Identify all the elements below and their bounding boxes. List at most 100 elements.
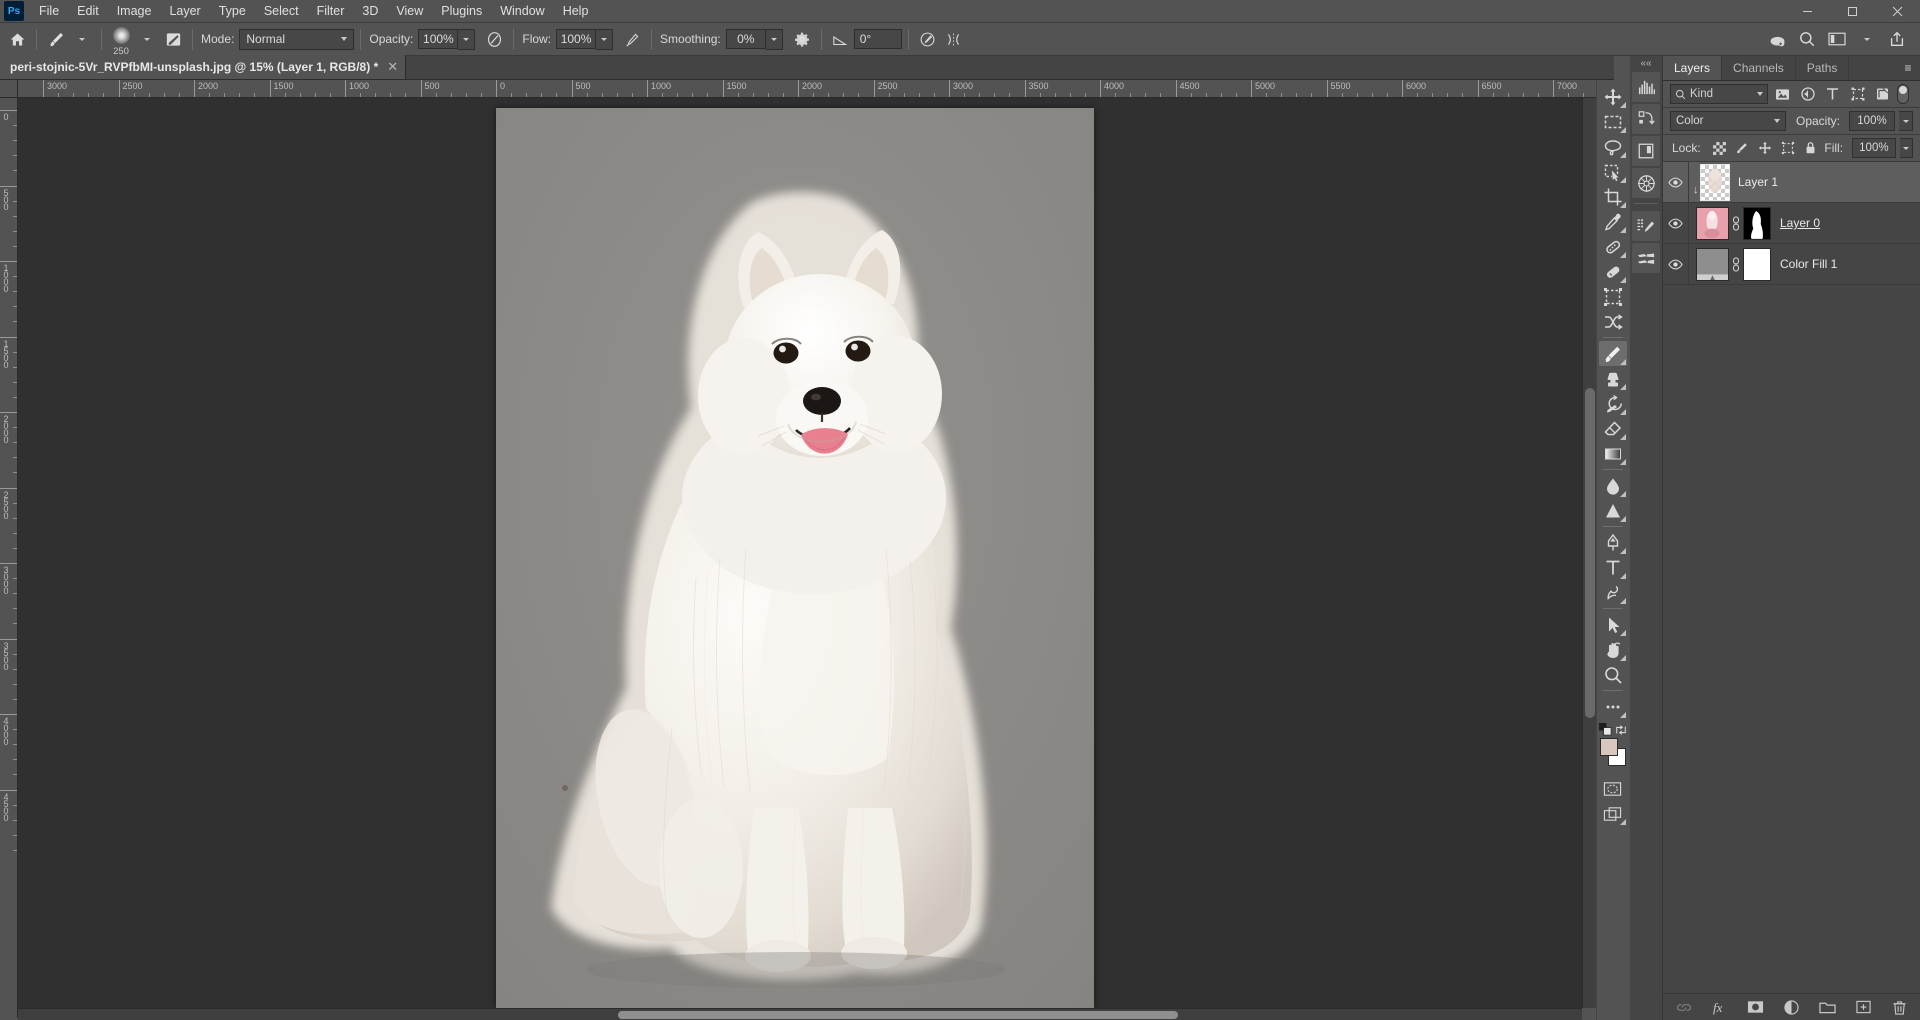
- pen-tool[interactable]: [1599, 530, 1627, 555]
- histogram-panel-icon[interactable]: [1632, 72, 1660, 102]
- share-icon[interactable]: [1884, 26, 1910, 52]
- artboard[interactable]: [496, 108, 1094, 1008]
- brush-preset-picker-caret[interactable]: [134, 26, 160, 52]
- layer-row[interactable]: Layer 0: [1663, 203, 1920, 244]
- filter-smart-objects-icon[interactable]: [1872, 84, 1893, 104]
- home-icon[interactable]: [4, 26, 30, 52]
- opacity-input[interactable]: 100%: [418, 29, 458, 49]
- layer-blend-mode-select[interactable]: Color: [1670, 111, 1786, 131]
- object-selection-tool[interactable]: [1599, 159, 1627, 184]
- shuffle-tool[interactable]: [1599, 309, 1627, 334]
- layer-comps-panel-icon[interactable]: [1632, 136, 1660, 166]
- dodge-tool[interactable]: [1599, 498, 1627, 523]
- layer-name[interactable]: Layer 1: [1738, 175, 1778, 189]
- brush-tool[interactable]: [1599, 341, 1627, 366]
- brush-preset-preview[interactable]: 250: [108, 26, 134, 52]
- patch-tool[interactable]: [1599, 259, 1627, 284]
- filter-pixel-layers-icon[interactable]: [1772, 84, 1793, 104]
- canvas-area[interactable]: [18, 98, 1582, 1008]
- menu-help[interactable]: Help: [554, 1, 598, 21]
- screen-mode-icon[interactable]: [1599, 801, 1627, 826]
- move-tool[interactable]: [1599, 84, 1627, 109]
- symmetry-icon[interactable]: [941, 26, 967, 52]
- horizontal-scroll-thumb[interactable]: [618, 1011, 1178, 1019]
- layer-name[interactable]: Color Fill 1: [1780, 257, 1837, 271]
- new-group-button[interactable]: [1818, 997, 1838, 1017]
- brush-settings-panel-icon[interactable]: [160, 26, 186, 52]
- default-foreground-background-icon[interactable]: [1599, 723, 1612, 736]
- layer-mask-link-icon[interactable]: [1729, 257, 1743, 272]
- new-fill-adjustment-layer-button[interactable]: [1782, 997, 1802, 1017]
- canvas-horizontal-scrollbar[interactable]: [18, 1008, 1582, 1020]
- hand-tool[interactable]: [1599, 637, 1627, 662]
- edit-toolbar-button[interactable]: [1599, 694, 1627, 719]
- history-brush-tool[interactable]: [1599, 391, 1627, 416]
- menu-select[interactable]: Select: [255, 1, 308, 21]
- menu-plugins[interactable]: Plugins: [432, 1, 491, 21]
- smoothing-input[interactable]: 0%: [726, 29, 766, 49]
- path-selection-tool[interactable]: [1599, 580, 1627, 605]
- eyedropper-tool[interactable]: [1599, 209, 1627, 234]
- eraser-tool[interactable]: [1599, 416, 1627, 441]
- workspace-switcher-icon[interactable]: [1824, 26, 1850, 52]
- crop-tool[interactable]: [1599, 184, 1627, 209]
- menu-file[interactable]: File: [30, 1, 68, 21]
- lock-transparent-pixels-icon[interactable]: [1710, 138, 1729, 158]
- quick-mask-mode-icon[interactable]: [1599, 776, 1627, 801]
- brush-angle-input[interactable]: 0°: [854, 29, 902, 49]
- lock-all-icon[interactable]: [1801, 138, 1820, 158]
- tab-layers[interactable]: Layers: [1663, 56, 1722, 80]
- menu-window[interactable]: Window: [491, 1, 553, 21]
- new-layer-button[interactable]: [1854, 997, 1874, 1017]
- blend-mode-select[interactable]: Normal: [239, 29, 354, 50]
- ruler-corner[interactable]: [0, 80, 18, 98]
- filter-shape-layers-icon[interactable]: [1847, 84, 1868, 104]
- brushes-panel-icon[interactable]: [1632, 243, 1660, 273]
- layer-mask-thumbnail[interactable]: [1743, 248, 1771, 281]
- actions-panel-icon[interactable]: [1632, 104, 1660, 134]
- swap-foreground-background-icon[interactable]: [1615, 724, 1627, 736]
- search-icon[interactable]: [1794, 26, 1820, 52]
- rectangle-tool[interactable]: [1599, 612, 1627, 637]
- menu-type[interactable]: Type: [210, 1, 255, 21]
- layer-fill-input[interactable]: 100%: [1852, 138, 1896, 158]
- menu-layer[interactable]: Layer: [160, 1, 209, 21]
- brush-tool-preset-picker-caret[interactable]: [69, 26, 95, 52]
- document-tab[interactable]: peri-stojnic-5Vr_RVPfbMI-unsplash.jpg @ …: [0, 55, 406, 79]
- horizontal-type-tool[interactable]: [1599, 555, 1627, 580]
- clone-stamp-tool[interactable]: [1599, 366, 1627, 391]
- layer-opacity-input[interactable]: 100%: [1849, 111, 1895, 131]
- layer-thumbnail[interactable]: [1701, 165, 1729, 200]
- delete-layer-button[interactable]: [1890, 997, 1910, 1017]
- filter-adjustment-layers-icon[interactable]: [1797, 84, 1818, 104]
- layer-thumbnail[interactable]: [1696, 248, 1729, 281]
- blur-tool[interactable]: [1599, 473, 1627, 498]
- pressure-opacity-icon[interactable]: [481, 26, 507, 52]
- layer-row[interactable]: Color Fill 1: [1663, 244, 1920, 285]
- layer-visibility-toggle[interactable]: [1663, 244, 1689, 285]
- layer-mask-link-icon[interactable]: [1729, 216, 1743, 231]
- rectangular-marquee-tool[interactable]: [1599, 109, 1627, 134]
- vertical-scroll-thumb[interactable]: [1585, 388, 1595, 718]
- menu-edit[interactable]: Edit: [68, 1, 108, 21]
- frame-tool[interactable]: [1599, 284, 1627, 309]
- horizontal-ruler[interactable]: 3000250020001500100050005001000150020002…: [18, 80, 1596, 98]
- lasso-tool[interactable]: [1599, 134, 1627, 159]
- collapse-panels-button[interactable]: ««: [1630, 56, 1662, 70]
- tab-channels[interactable]: Channels: [1722, 56, 1796, 80]
- zoom-tool[interactable]: [1599, 662, 1627, 687]
- smoothing-options-gear-icon[interactable]: [789, 26, 815, 52]
- filter-type-layers-icon[interactable]: [1822, 84, 1843, 104]
- layer-row[interactable]: ↓Layer 1: [1663, 162, 1920, 203]
- filter-enable-toggle[interactable]: [1897, 84, 1909, 104]
- spot-healing-brush-tool[interactable]: [1599, 234, 1627, 259]
- layer-filter-kind-select[interactable]: Kind: [1670, 84, 1768, 104]
- layer-visibility-toggle[interactable]: [1663, 203, 1689, 244]
- canvas-vertical-scrollbar[interactable]: [1582, 98, 1596, 1008]
- flow-stepper[interactable]: [596, 29, 613, 50]
- brush-angle-icon[interactable]: [828, 26, 854, 52]
- gradient-tool[interactable]: [1599, 441, 1627, 466]
- menu-view[interactable]: View: [387, 1, 432, 21]
- lock-position-icon[interactable]: [1756, 138, 1775, 158]
- link-layers-button[interactable]: [1674, 997, 1694, 1017]
